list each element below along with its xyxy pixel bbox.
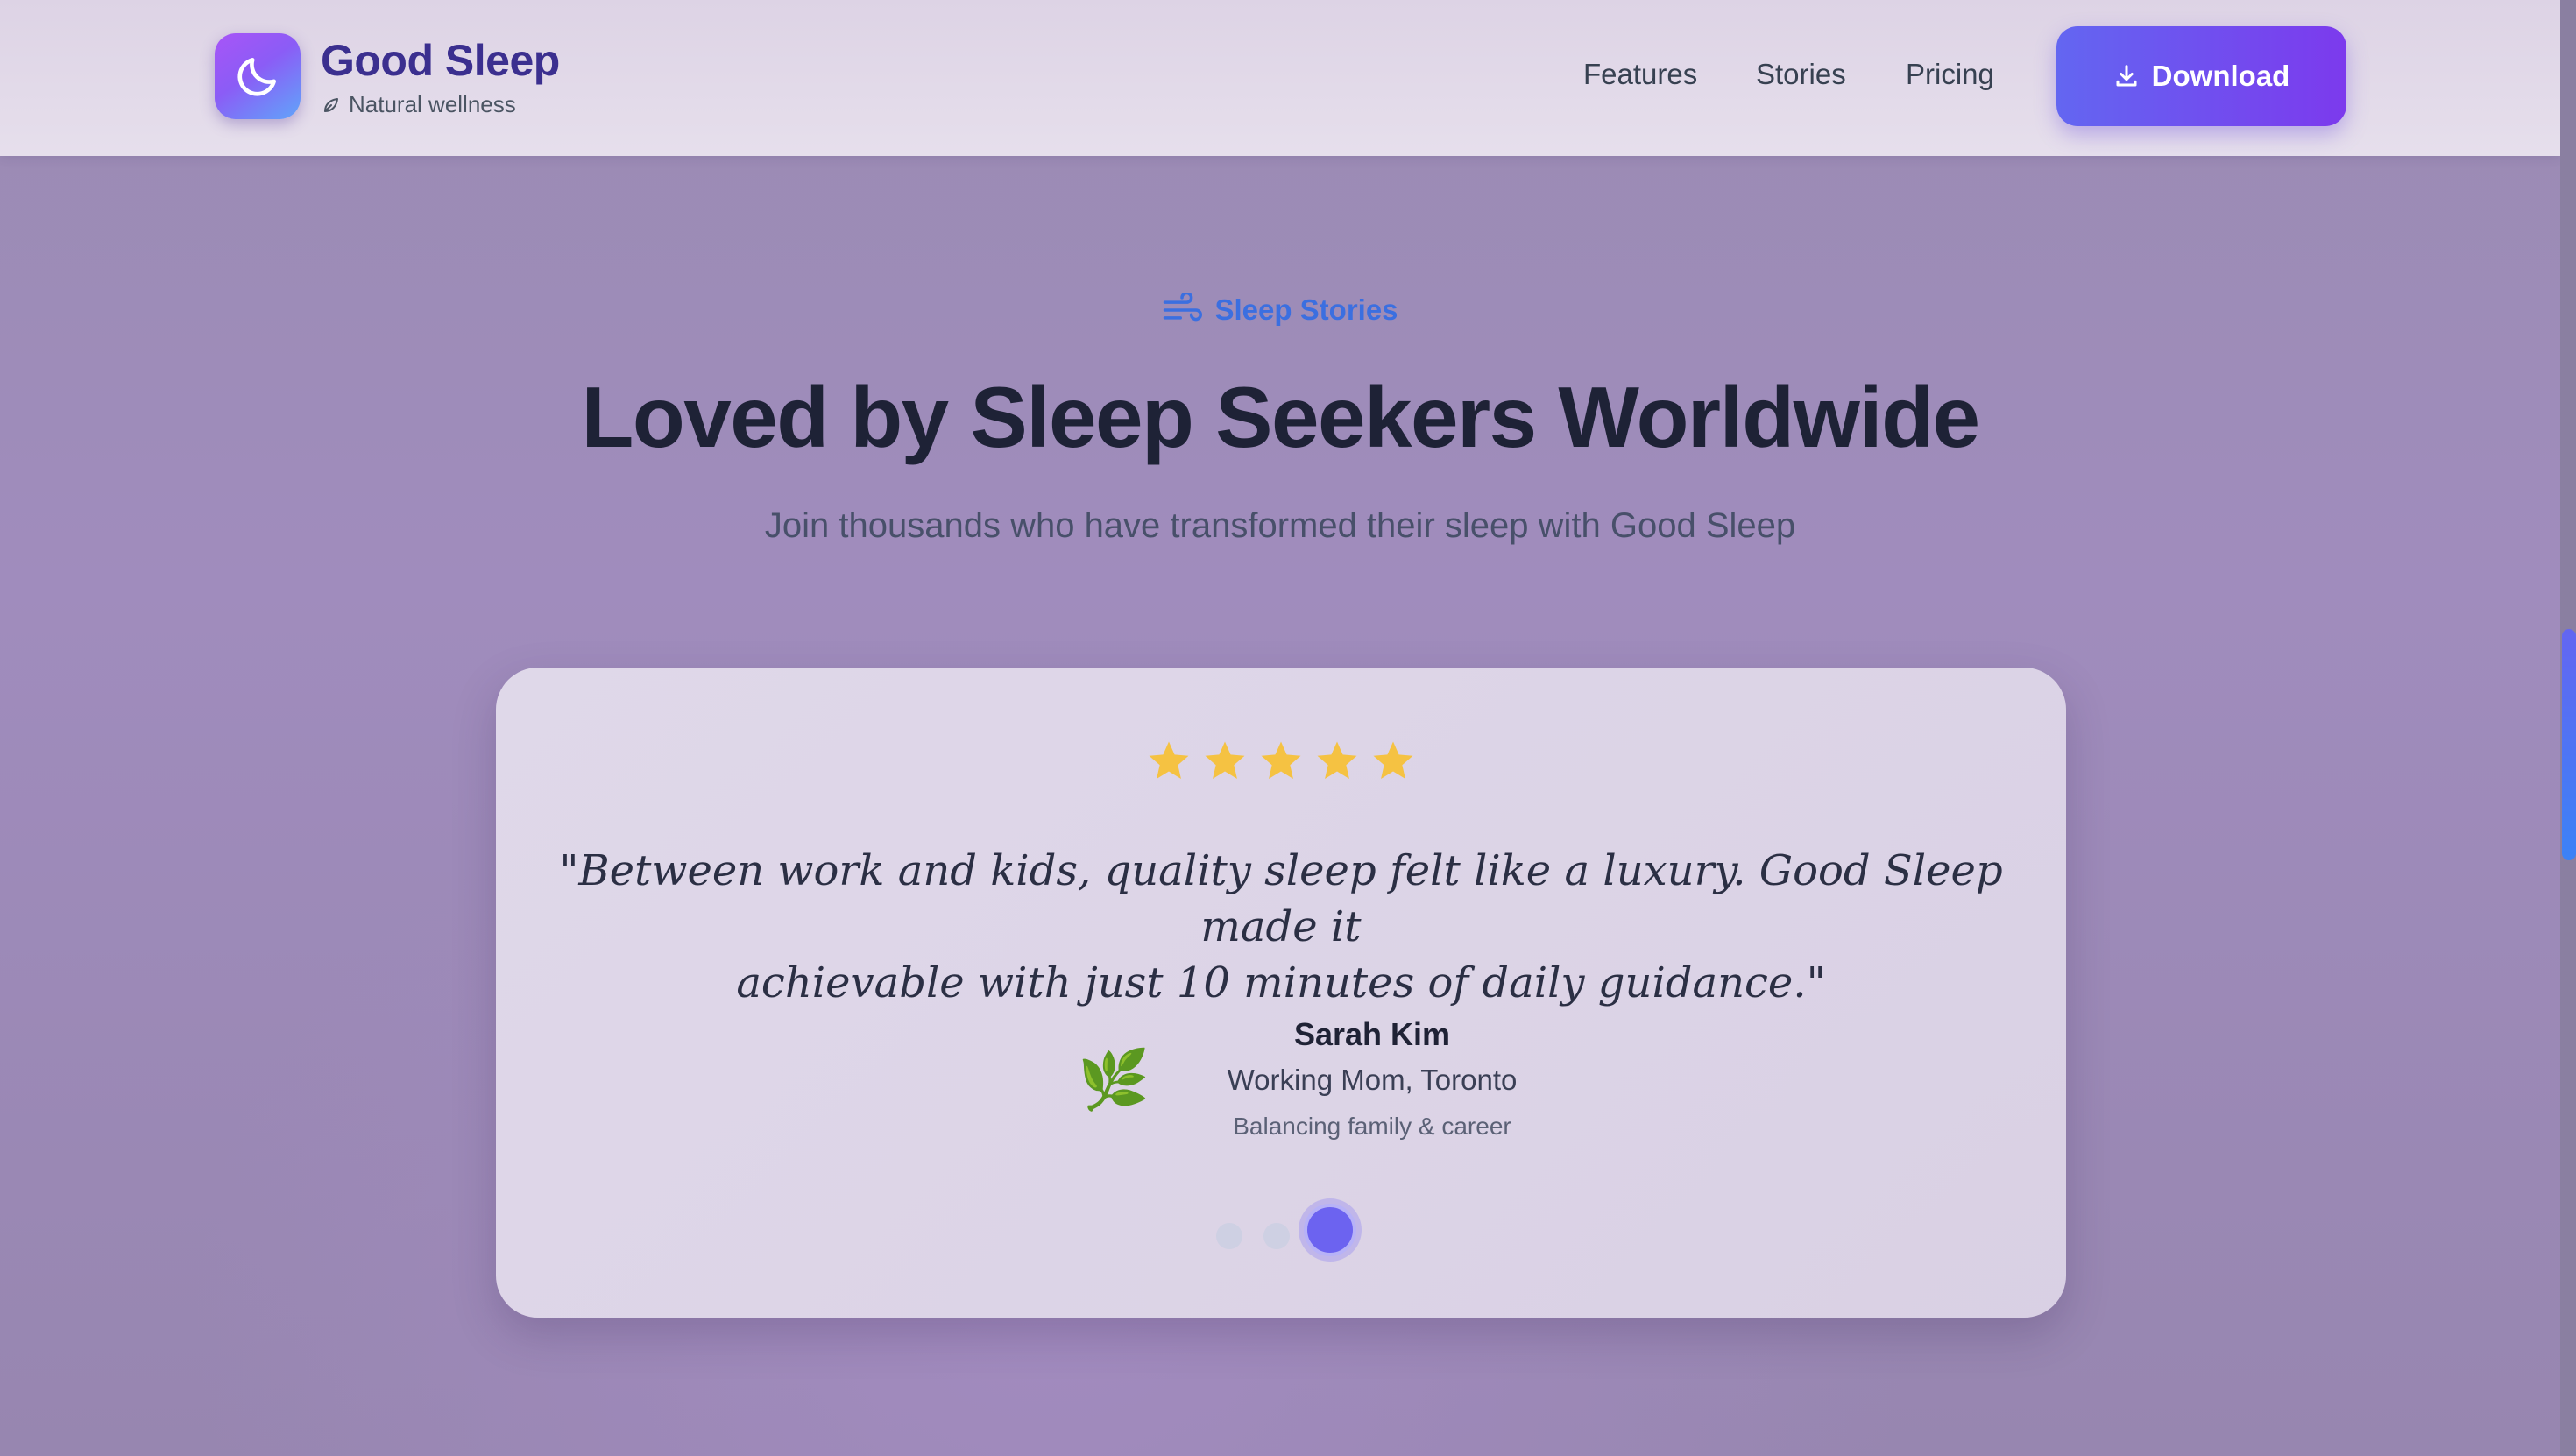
scrollbar-thumb[interactable] [2562,629,2576,860]
moon-icon [237,58,276,96]
quote-line-2: achievable with just 10 minutes of daily… [736,958,1826,1007]
star-rating [496,738,2066,785]
logo[interactable] [215,33,301,119]
testimonial-quote: "Between work and kids, quality sleep fe… [548,843,2013,1011]
star-icon [1205,741,1245,780]
nav-features[interactable]: Features [1583,58,1697,91]
download-label: Download [2151,60,2290,92]
author-note: Balancing family & career [1233,1113,1511,1140]
section-title: Loved by Sleep Seekers Worldwide [581,369,1980,465]
star-icon [1373,741,1413,780]
wind-icon [1164,293,1203,322]
star-icon [1317,741,1357,780]
quote-line-1: "Between work and kids, quality sleep fe… [559,846,2003,951]
testimonial-card: "Between work and kids, quality sleep fe… [496,668,2066,1318]
carousel-dot-1[interactable] [1216,1223,1242,1249]
carousel-dot-3-active[interactable] [1304,1204,1356,1256]
nav-pricing[interactable]: Pricing [1906,58,1994,91]
site-header: Good Sleep Natural wellness Features Sto… [0,0,2560,156]
nav-stories[interactable]: Stories [1756,58,1846,91]
download-button[interactable]: Download [2056,26,2346,126]
star-icon [1261,741,1301,780]
section-eyebrow: Sleep Stories [0,293,2560,335]
brand-tagline-text: Natural wellness [349,91,516,117]
brand-name[interactable]: Good Sleep [321,35,560,86]
leaf-icon [324,97,338,112]
eyebrow-label: Sleep Stories [1214,293,1398,326]
download-icon [2116,65,2137,87]
author-role: Working Mom, Toronto [1227,1064,1518,1096]
star-icon [1149,741,1189,780]
brand-tagline: Natural wellness [321,91,516,118]
author-name: Sarah Kim [1293,1016,1451,1052]
carousel-dot-2[interactable] [1263,1223,1290,1249]
section-subtitle: Join thousands who have transformed thei… [764,506,1796,545]
avatar: 🌿 [1078,1047,1150,1112]
